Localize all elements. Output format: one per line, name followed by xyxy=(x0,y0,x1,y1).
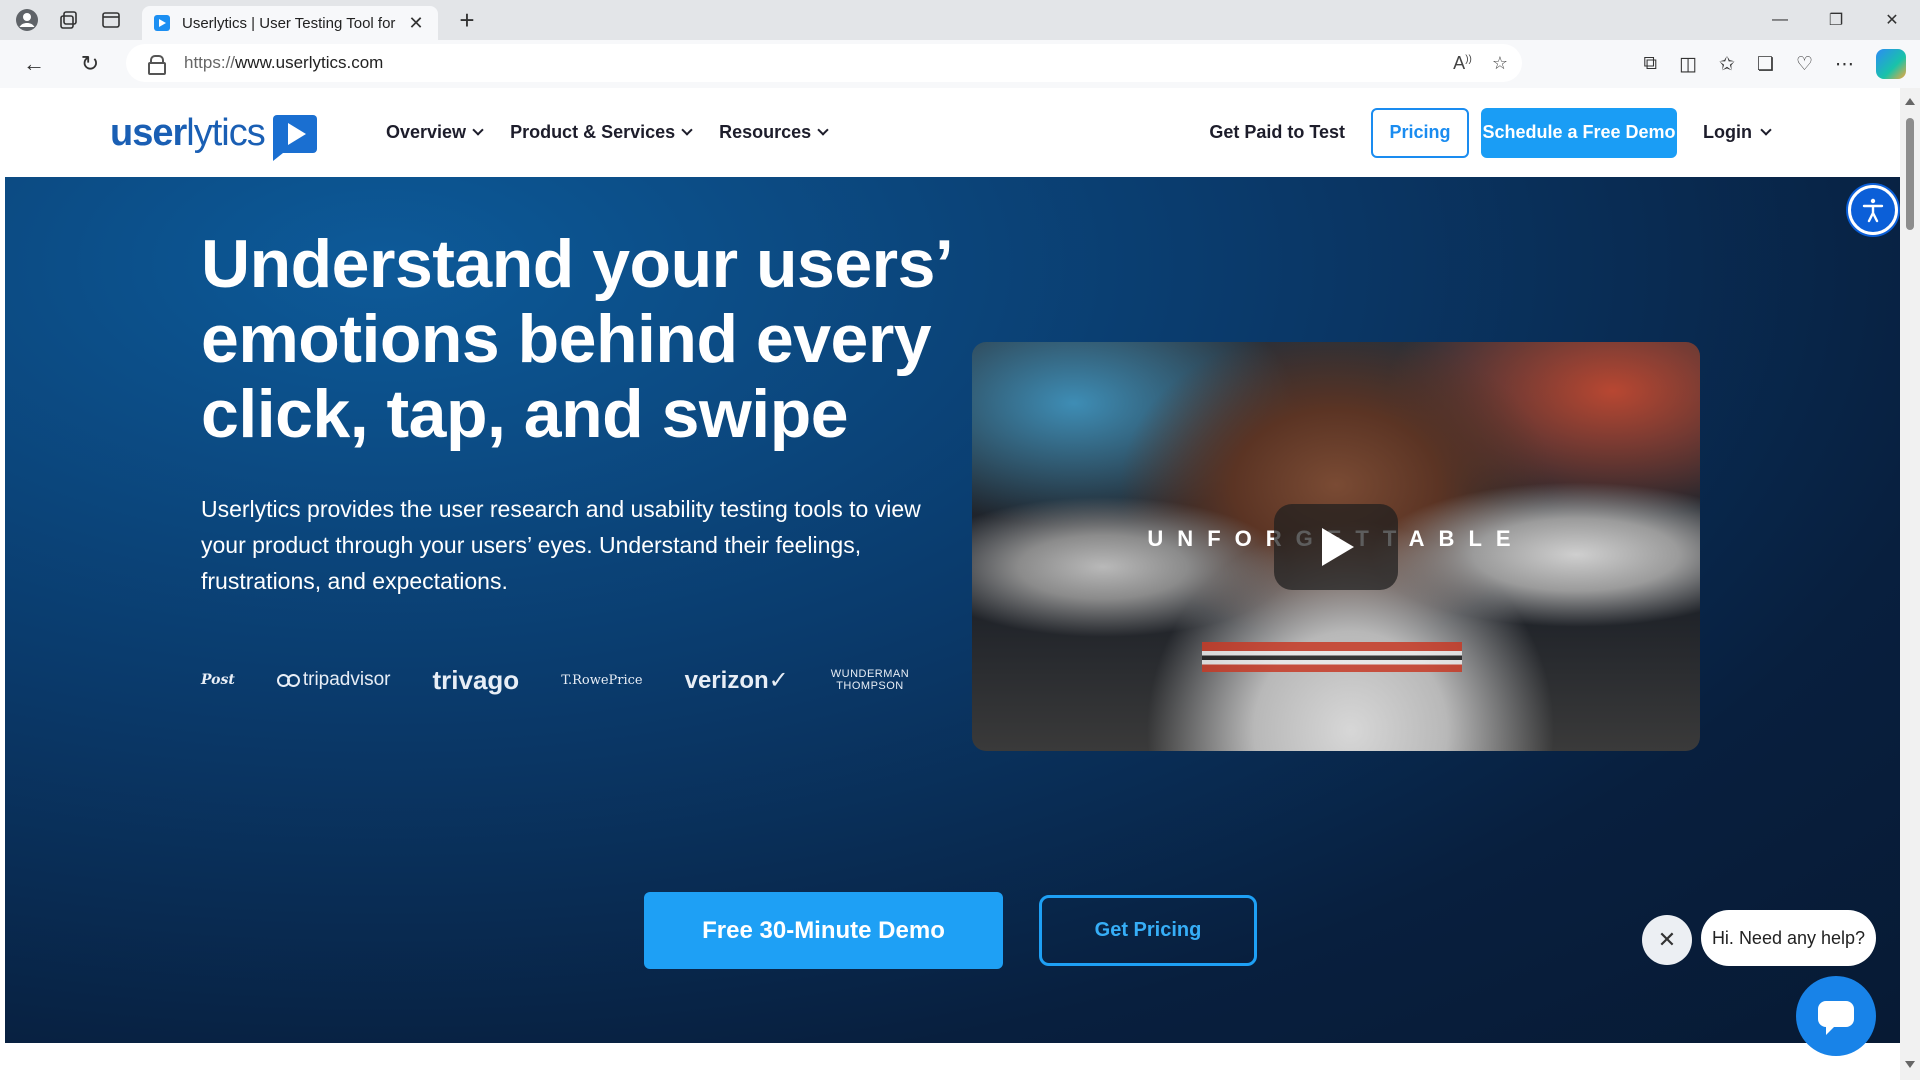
chat-launcher-icon[interactable] xyxy=(1796,976,1876,1056)
favorites-icon[interactable]: ✩ xyxy=(1719,53,1735,76)
nav-resources[interactable]: Resources xyxy=(719,122,829,143)
address-bar[interactable]: https://www.userlytics.com A)) ☆ xyxy=(126,44,1522,82)
get-pricing-button[interactable]: Get Pricing xyxy=(1039,895,1257,966)
logo-play-icon xyxy=(272,114,317,161)
scroll-thumb[interactable] xyxy=(1906,118,1914,230)
extensions-icon[interactable]: ⧉ xyxy=(1643,53,1657,75)
page-bottom-strip xyxy=(0,1043,1900,1080)
favorite-star-icon[interactable]: ☆ xyxy=(1492,53,1508,74)
restore-icon[interactable]: ❐ xyxy=(1808,0,1864,40)
url-text[interactable]: https://www.userlytics.com xyxy=(184,53,383,73)
read-aloud-icon[interactable]: A)) xyxy=(1453,53,1472,74)
brand-post-logo: Post xyxy=(201,672,235,688)
chevron-down-icon xyxy=(1760,124,1772,136)
browser-toolbar: ← ↻ https://www.userlytics.com A)) ☆ ⧉ ◫… xyxy=(0,40,1920,88)
site-header: userlytics Overview Product & Services R… xyxy=(0,88,1900,177)
workspaces-icon[interactable] xyxy=(54,5,84,35)
chevron-down-icon xyxy=(472,124,484,136)
login-menu[interactable]: Login xyxy=(1703,122,1772,143)
hero-title: Understand your users’ emotions behind e… xyxy=(201,226,950,452)
web-page: userlytics Overview Product & Services R… xyxy=(0,88,1920,1080)
refresh-icon[interactable]: ↻ xyxy=(70,44,110,84)
logo-text: userlytics xyxy=(110,112,266,155)
logo-text-lytics: lytics xyxy=(186,112,265,154)
free-demo-button[interactable]: Free 30-Minute Demo xyxy=(644,892,1003,969)
copilot-icon[interactable] xyxy=(1876,49,1906,79)
hero-description: Userlytics provides the user research an… xyxy=(201,496,921,594)
nav-resources-label: Resources xyxy=(719,122,812,142)
page-scrollbar[interactable] xyxy=(1900,88,1920,1080)
lock-icon[interactable] xyxy=(148,55,166,75)
browser-tab-bar: Userlytics | User Testing Tool for ✕ + —… xyxy=(0,0,1920,40)
chat-close-icon[interactable]: ✕ xyxy=(1642,915,1692,965)
more-menu-icon[interactable]: ⋯ xyxy=(1835,53,1854,76)
nav-overview-label: Overview xyxy=(386,122,467,142)
userlytics-logo[interactable]: userlytics xyxy=(110,112,317,161)
main-nav: Overview Product & Services Resources xyxy=(386,88,829,177)
logo-text-user: user xyxy=(110,112,187,154)
get-paid-link[interactable]: Get Paid to Test xyxy=(1209,122,1345,143)
chevron-down-icon xyxy=(681,124,693,136)
schedule-demo-button[interactable]: Schedule a Free Demo xyxy=(1481,107,1678,158)
hero-section: Understand your users’ emotions behind e… xyxy=(5,177,1900,1043)
collections-icon[interactable]: ❏ xyxy=(1757,53,1774,76)
brand-logos: Post tripadvisor trivago T.RowePrice ver… xyxy=(201,660,951,700)
brand-troweprice-logo: T.RowePrice xyxy=(561,672,643,688)
profile-icon[interactable] xyxy=(12,5,42,35)
brand-tripadvisor-logo: tripadvisor xyxy=(276,669,391,691)
nav-product-services-label: Product & Services xyxy=(510,122,676,142)
chat-greeting-bubble[interactable]: Hi. Need any help? xyxy=(1701,910,1876,966)
header-actions: Get Paid to Test Pricing Schedule a Free… xyxy=(1209,88,1772,177)
nav-product-services[interactable]: Product & Services xyxy=(510,122,693,143)
vertical-tabs-icon[interactable] xyxy=(96,5,126,35)
browser-essentials-icon[interactable]: ♡ xyxy=(1796,53,1813,76)
new-tab-icon[interactable]: + xyxy=(452,5,482,36)
brand-trivago-logo: trivago xyxy=(432,664,520,695)
hero-video[interactable]: UNFORGETTABLE xyxy=(972,342,1700,751)
accessibility-icon[interactable] xyxy=(1848,185,1898,235)
brand-wunderman-logo: WUNDERMAN THOMPSON xyxy=(831,668,909,692)
split-screen-icon[interactable]: ◫ xyxy=(1679,53,1697,76)
video-shirt-stripes xyxy=(1202,642,1462,672)
window-controls: — ❐ ✕ xyxy=(1752,0,1920,40)
tab-title: Userlytics | User Testing Tool for xyxy=(182,14,396,32)
brand-tripadvisor-text: tripadvisor xyxy=(302,669,391,690)
brand-wunderman-line2: THOMPSON xyxy=(836,680,904,692)
login-label: Login xyxy=(1703,122,1752,142)
userlytics-favicon-icon xyxy=(154,15,170,31)
back-arrow-icon[interactable]: ← xyxy=(14,44,54,84)
brand-wunderman-line1: WUNDERMAN xyxy=(830,668,910,680)
window-close-icon[interactable]: ✕ xyxy=(1864,0,1920,40)
minimize-icon[interactable]: — xyxy=(1752,0,1808,40)
video-play-button-icon[interactable] xyxy=(1274,504,1398,590)
pricing-button[interactable]: Pricing xyxy=(1371,107,1470,158)
tab-close-icon[interactable]: ✕ xyxy=(406,13,426,34)
url-host: www.userlytics.com xyxy=(235,53,384,72)
brand-verizon-logo: verizon✓ xyxy=(684,666,789,694)
scroll-up-arrow-icon[interactable] xyxy=(1905,98,1915,105)
nav-overview[interactable]: Overview xyxy=(386,122,484,143)
url-scheme: https:// xyxy=(184,53,236,72)
chevron-down-icon xyxy=(817,124,829,136)
active-tab[interactable]: Userlytics | User Testing Tool for ✕ xyxy=(142,6,438,40)
scroll-down-arrow-icon[interactable] xyxy=(1905,1061,1915,1068)
tripadvisor-owl-icon xyxy=(276,673,300,687)
